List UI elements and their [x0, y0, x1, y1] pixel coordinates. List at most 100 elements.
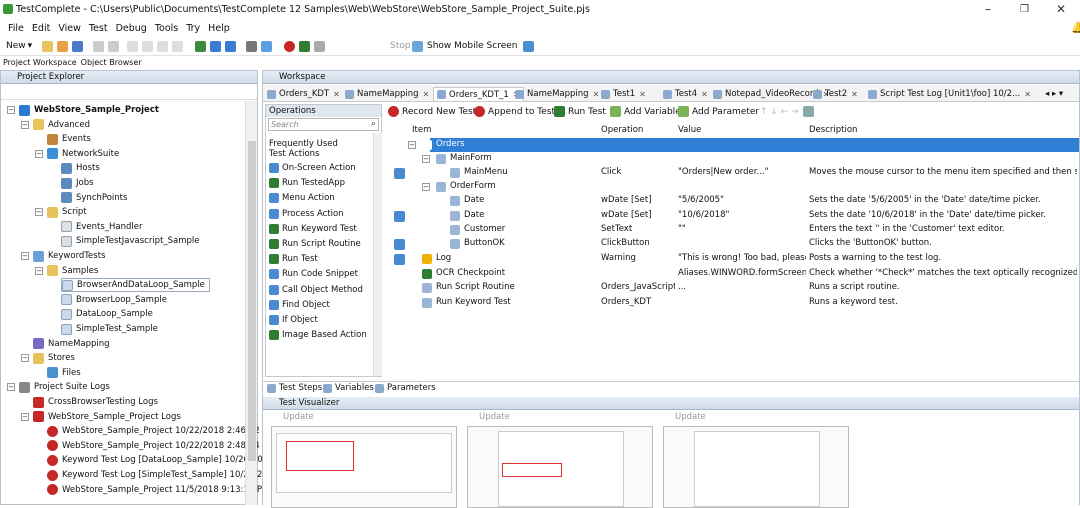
minimize-icon[interactable]: –	[985, 2, 991, 16]
save-icon[interactable]	[72, 40, 83, 52]
cut-icon[interactable]	[127, 40, 138, 52]
menu-edit[interactable]: Edit	[32, 23, 50, 34]
close-tab-icon[interactable]: ✕	[701, 90, 708, 99]
screenshot-icon[interactable]	[394, 254, 405, 265]
grid-row[interactable]: − Orders	[408, 138, 1079, 152]
operation-item[interactable]: Find Object	[269, 298, 330, 312]
bell-icon[interactable]: 🔔	[1071, 21, 1080, 34]
menu-tools[interactable]: Tools	[155, 23, 178, 34]
grid-row[interactable]: Customer SetText "" Enters the text '' in t…	[384, 223, 1079, 237]
tree-expander[interactable]: −	[21, 252, 29, 260]
visualizer-thumb-3[interactable]: Update	[659, 412, 851, 508]
operation-item[interactable]: Run Test	[269, 252, 318, 266]
tree-node[interactable]: Keyword Test Log [DataLoop_Sample] 10/26…	[47, 453, 273, 467]
tree-node[interactable]: BrowserAndDataLoop_Sample	[61, 278, 210, 293]
close-tab-icon[interactable]: ✕	[593, 90, 600, 99]
update-label[interactable]: Update	[479, 412, 510, 422]
grid-row[interactable]: Date wDate [Set] "10/6/2018" Sets the date …	[384, 209, 1079, 223]
tree-node[interactable]: WebStore_Sample_Project 10/22/2018 2:48:…	[47, 439, 275, 453]
tree-node[interactable]: Files	[47, 366, 81, 380]
run-test-button[interactable]: Run Test	[554, 106, 606, 117]
tree-expander[interactable]: −	[7, 383, 15, 392]
close-tab-icon[interactable]: ✕	[1024, 90, 1031, 99]
grid-row[interactable]: Log Warning "This is wrong! Too bad, pleas…	[384, 252, 1079, 266]
add-item-icon[interactable]	[195, 40, 206, 52]
operation-item[interactable]: Process Action	[269, 207, 344, 221]
close-tab-icon[interactable]: ✕	[851, 90, 858, 99]
grid-row[interactable]: Date wDate [Set] "5/6/2005" Sets the date '…	[384, 194, 1079, 208]
screenshot-icon[interactable]	[394, 211, 405, 222]
operation-item[interactable]: Run Keyword Test	[269, 222, 357, 236]
paste-icon[interactable]	[157, 40, 168, 52]
move-arrows[interactable]: ↑ ↓ ← →	[760, 106, 814, 117]
menu-test[interactable]: Test	[89, 23, 108, 34]
tree-node[interactable]: DataLoop_Sample	[61, 307, 153, 321]
tab-parameters[interactable]: Parameters	[375, 383, 436, 393]
menu-try[interactable]: Try	[186, 23, 200, 34]
tree-node[interactable]: Samples	[47, 264, 98, 278]
tree-node[interactable]: SimpleTestJavascript_Sample	[61, 234, 200, 248]
close-icon[interactable]: ✕	[1056, 2, 1066, 16]
screenshot-icon[interactable]	[394, 168, 405, 179]
maximize-icon[interactable]: ❐	[1020, 4, 1029, 15]
append-to-test-button[interactable]: Append to Test	[474, 106, 555, 117]
group-test-actions[interactable]: Test Actions	[269, 147, 320, 161]
grid-row[interactable]: − MainForm	[384, 152, 1079, 166]
tree-node[interactable]: Events	[47, 132, 91, 146]
tree-node[interactable]: WebStore_Sample_Project Logs	[33, 410, 181, 424]
redo-icon[interactable]	[108, 40, 119, 52]
tree-node[interactable]: KeywordTests	[33, 249, 105, 263]
config-icon[interactable]	[246, 40, 257, 52]
visualizer-thumb-1[interactable]: Update	[267, 412, 459, 508]
pause-icon[interactable]	[314, 40, 325, 52]
copy-icon[interactable]	[142, 40, 153, 52]
operation-item[interactable]: Menu Action	[269, 191, 335, 205]
tree-node[interactable]: Stores	[33, 351, 75, 365]
operations-scrollbar[interactable]	[373, 133, 382, 376]
tree-expander[interactable]: −	[35, 149, 43, 158]
record-new-test-button[interactable]: Record New Test	[388, 106, 476, 117]
operation-item[interactable]: On-Screen Action	[269, 161, 356, 175]
web-icon[interactable]	[261, 40, 272, 52]
undo-icon[interactable]	[93, 40, 104, 52]
workspace-tab[interactable]: NameMapping ✕	[345, 87, 429, 101]
tree-node[interactable]: Hosts	[61, 161, 100, 175]
update-label[interactable]: Update	[675, 412, 706, 422]
tree-expander[interactable]: −	[35, 208, 43, 217]
tree-node[interactable]: Script	[47, 205, 87, 219]
tree-expander[interactable]: −	[35, 266, 43, 275]
tree-node[interactable]: WebStore_Sample_Project 10/22/2018 2:46:…	[47, 424, 275, 438]
screenshot-icon[interactable]	[394, 239, 405, 250]
properties-icon[interactable]	[802, 106, 814, 117]
col-operation[interactable]: Operation	[601, 125, 643, 135]
add-parameter-button[interactable]: Add Parameter	[678, 106, 759, 117]
network-icon[interactable]	[523, 40, 535, 52]
close-tab-icon[interactable]: ✕	[423, 90, 430, 99]
workspace-tab[interactable]: Orders_KDT_1✕	[433, 87, 524, 101]
operation-item[interactable]: Run TestedApp	[269, 176, 345, 190]
tree-node[interactable]: SimpleTest_Sample	[61, 322, 158, 336]
close-tab-icon[interactable]: ✕	[333, 90, 340, 99]
new-button[interactable]: New ▾	[6, 39, 32, 53]
menu-debug[interactable]: Debug	[116, 23, 147, 34]
col-description[interactable]: Description	[809, 125, 857, 135]
run-icon[interactable]	[299, 40, 310, 52]
tree-node[interactable]: NetworkSuite	[47, 147, 119, 161]
grid-row[interactable]: ButtonOK ClickButton Clicks the 'ButtonOK'…	[384, 237, 1079, 251]
add-variable-button[interactable]: Add Variable	[610, 106, 681, 117]
tab-nav-arrows[interactable]: ◂ ▸ ▾	[1045, 87, 1063, 101]
col-item[interactable]: Item	[412, 125, 431, 135]
operation-item[interactable]: Run Script Routine	[269, 237, 361, 251]
grid-row[interactable]: OCR Checkpoint Aliases.WINWORD.formScreen…	[384, 267, 1079, 281]
operation-item[interactable]: If Object	[269, 313, 318, 327]
row-expander[interactable]: −	[422, 155, 430, 163]
visualizer-thumb-2[interactable]: Update	[463, 412, 655, 508]
workspace-tab[interactable]: NameMapping ✕	[515, 87, 599, 101]
update-label[interactable]: Update	[283, 412, 314, 422]
col-value[interactable]: Value	[678, 125, 701, 135]
tree-node[interactable]: Keyword Test Log [SimpleTest_Sample] 10/…	[47, 468, 273, 482]
record-icon[interactable]	[284, 40, 295, 52]
run-project-icon[interactable]	[210, 40, 221, 52]
operation-item[interactable]: Call Object Method	[269, 283, 363, 297]
tree-node[interactable]: NameMapping	[33, 337, 110, 351]
